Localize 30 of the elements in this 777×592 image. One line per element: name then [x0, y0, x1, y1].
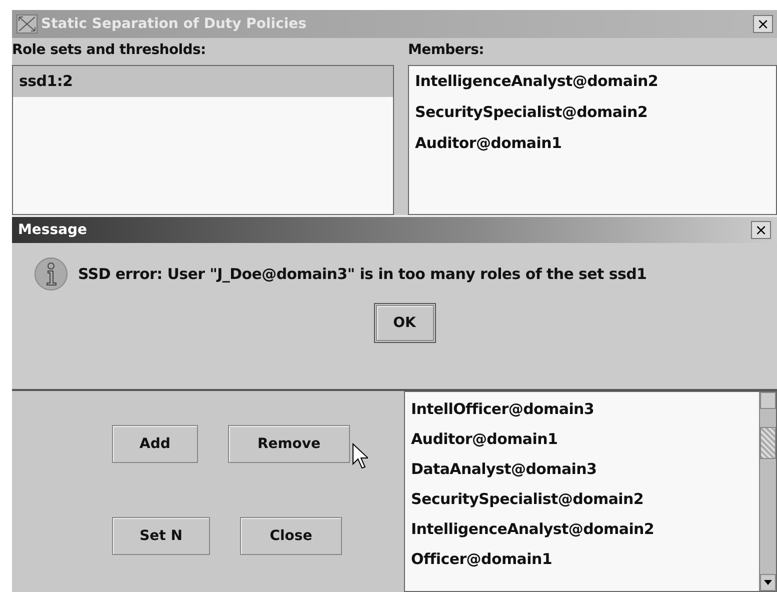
- scroll-up-button[interactable]: [760, 392, 776, 409]
- close-button[interactable]: ×: [751, 221, 771, 239]
- list-item[interactable]: Auditor@domain1: [405, 424, 759, 454]
- info-icon: [34, 257, 68, 291]
- down-arrow-icon: [764, 580, 772, 585]
- list-item[interactable]: IntelligenceAnalyst@domain2: [405, 514, 759, 544]
- list-item[interactable]: IntelligenceAnalyst@domain2: [409, 66, 776, 97]
- window-icon: [16, 14, 38, 34]
- message-title: Message: [18, 220, 88, 240]
- list-item[interactable]: IntellOfficer@domain3: [405, 394, 759, 424]
- error-message: SSD error: User "J_Doe@domain3" is in too many roles of the set ssd1: [78, 264, 647, 285]
- set-n-button[interactable]: Set N: [112, 517, 210, 555]
- list-item[interactable]: Auditor@domain1: [409, 128, 776, 159]
- close-button[interactable]: ×: [753, 15, 773, 33]
- list-item[interactable]: Officer@domain1: [405, 544, 759, 574]
- members-label: Members:: [408, 41, 485, 60]
- list-item[interactable]: ssd1:2: [13, 66, 393, 97]
- scroll-thumb[interactable]: [760, 427, 776, 459]
- list-item[interactable]: SecuritySpecialist@domain2: [409, 97, 776, 128]
- pointer-icon: [352, 443, 368, 469]
- list-item[interactable]: DataAnalyst@domain3: [405, 454, 759, 484]
- scrollbar[interactable]: [759, 392, 776, 591]
- scroll-down-button[interactable]: [760, 574, 776, 591]
- window-title: Static Separation of Duty Policies: [41, 14, 307, 34]
- remove-button[interactable]: Remove: [228, 425, 350, 463]
- add-button[interactable]: Add: [112, 425, 198, 463]
- role-sets-label: Role sets and thresholds:: [12, 41, 207, 60]
- close-button[interactable]: Close: [240, 517, 342, 555]
- ok-button[interactable]: OK: [376, 305, 434, 341]
- list-item[interactable]: SecuritySpecialist@domain2: [405, 484, 759, 514]
